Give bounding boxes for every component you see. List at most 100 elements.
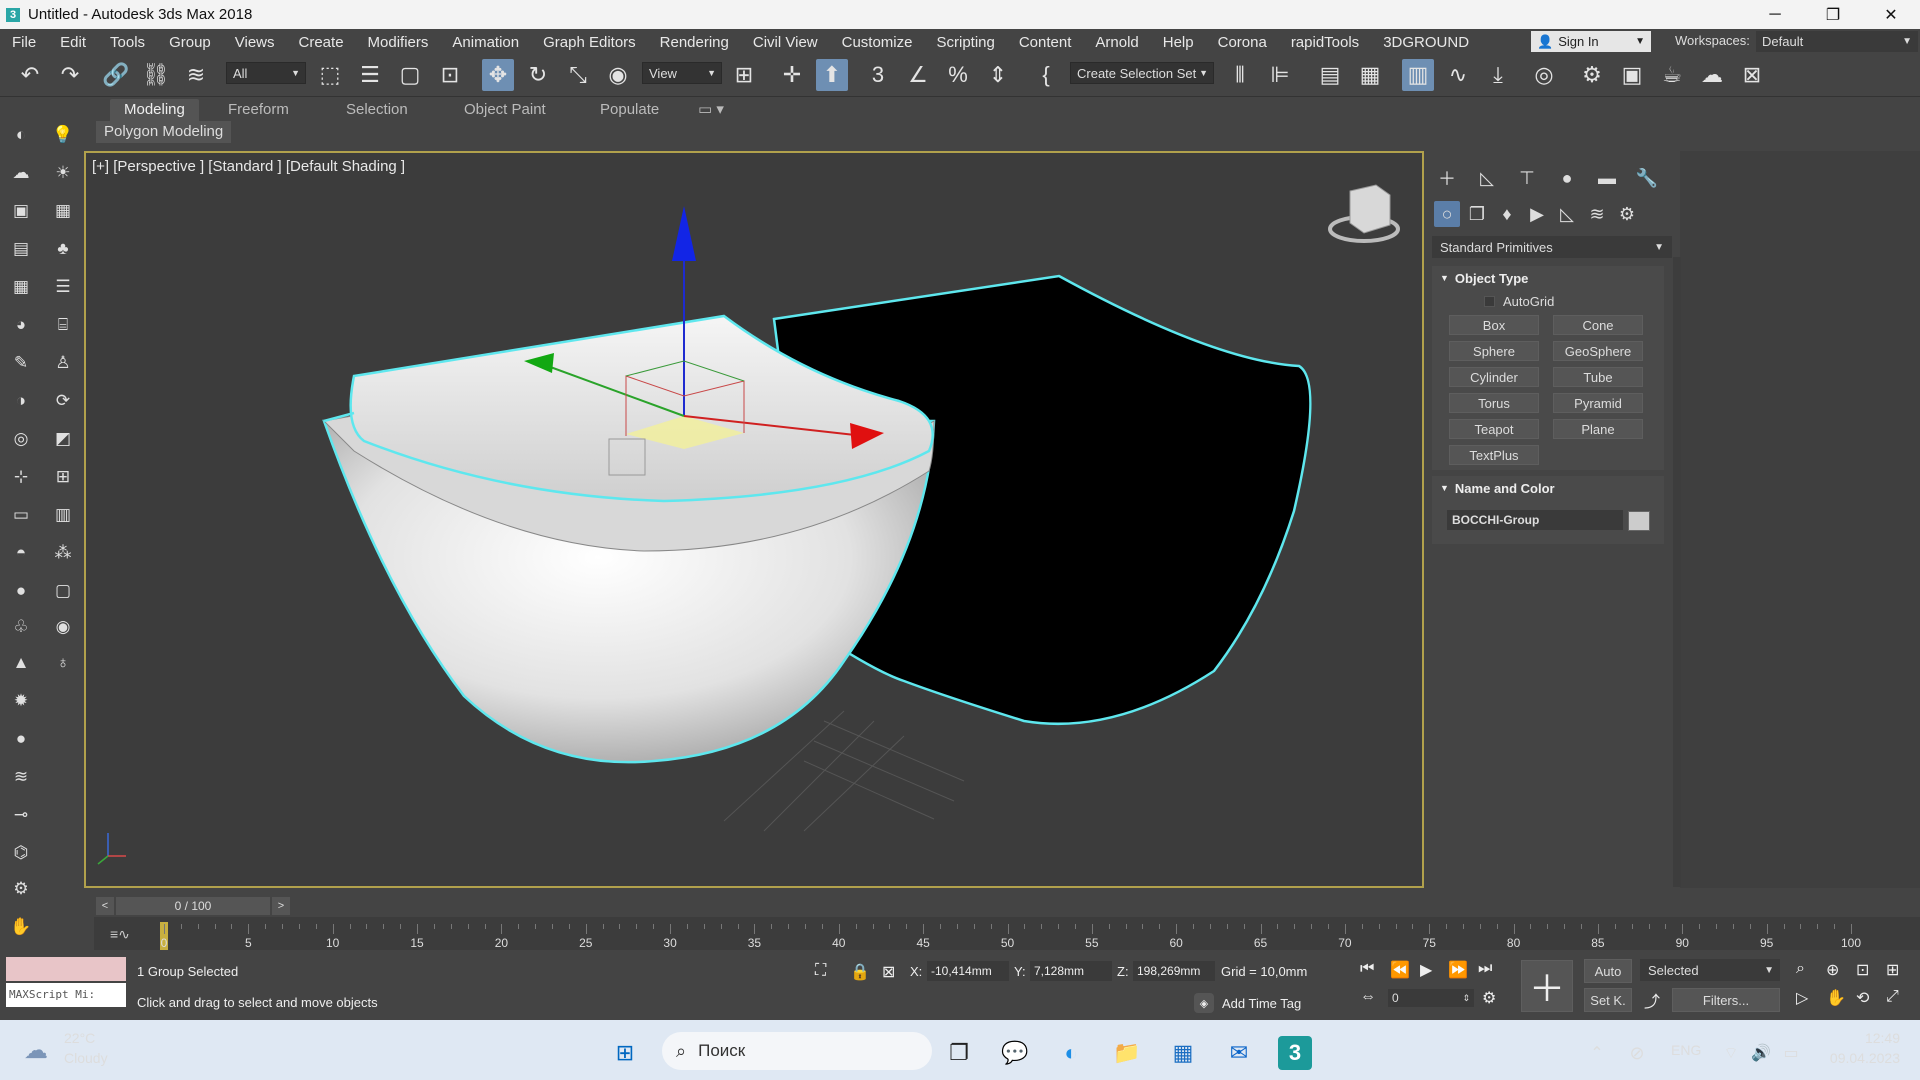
- command-panel-scrollbar[interactable]: [1673, 257, 1681, 887]
- document-icon[interactable]: ▤: [8, 236, 34, 262]
- go-to-start-icon[interactable]: ⏮: [1360, 960, 1374, 978]
- film-icon[interactable]: ▥: [50, 502, 76, 528]
- previous-key-icon[interactable]: ⏪: [1390, 960, 1410, 980]
- taskbar-search[interactable]: ⌕ Поиск: [662, 1032, 932, 1070]
- checkbox-icon[interactable]: [1484, 296, 1495, 307]
- start-icon[interactable]: ⊞: [608, 1036, 642, 1070]
- zoom-extents-icon[interactable]: ⊡: [1856, 960, 1869, 980]
- menu-scripting[interactable]: Scripting: [924, 34, 1006, 51]
- figure-icon[interactable]: ♙: [50, 350, 76, 376]
- percent-snap-icon[interactable]: %: [942, 59, 974, 91]
- maximize-viewport-icon[interactable]: ⤢: [1886, 988, 1899, 1006]
- edit-named-selection-icon[interactable]: {: [1030, 59, 1062, 91]
- textplus-button[interactable]: TextPlus: [1449, 445, 1539, 465]
- teapot-button[interactable]: Teapot: [1449, 419, 1539, 439]
- chat-icon[interactable]: 💬: [998, 1036, 1032, 1070]
- snaps-toggle-icon[interactable]: 3: [862, 59, 894, 91]
- set-keys-button[interactable]: ＋: [1521, 960, 1573, 1012]
- select-and-place-icon[interactable]: ◉: [602, 59, 634, 91]
- task-view-icon[interactable]: ❐: [942, 1036, 976, 1070]
- set-key-mode-button[interactable]: Set K.: [1584, 988, 1632, 1012]
- torus-button[interactable]: Torus: [1449, 393, 1539, 413]
- next-key-icon[interactable]: ⏩: [1448, 960, 1468, 980]
- modify-tab-icon[interactable]: ◺: [1474, 165, 1500, 191]
- x-coordinate-field[interactable]: -10,414mm: [927, 961, 1009, 981]
- pipe-icon[interactable]: ⊸: [8, 802, 34, 828]
- cloud-icon[interactable]: ☁: [24, 1036, 48, 1065]
- paint-icon[interactable]: ✎: [8, 350, 34, 376]
- curve-editor-icon[interactable]: ∿: [1442, 59, 1474, 91]
- motion-tab-icon[interactable]: ●: [1554, 165, 1580, 191]
- space-warps-icon[interactable]: ≋: [1584, 201, 1610, 227]
- viewcube[interactable]: [1328, 184, 1400, 243]
- select-and-move-icon[interactable]: ✥: [482, 59, 514, 91]
- workspaces-dropdown[interactable]: Default ▼: [1756, 31, 1918, 52]
- edge-icon[interactable]: ◐: [1054, 1036, 1088, 1070]
- window-crossing-icon[interactable]: ⊡: [434, 59, 466, 91]
- display-tab-icon[interactable]: ▬: [1594, 165, 1620, 191]
- ribbon-toggle-icon[interactable]: ▥: [1402, 59, 1434, 91]
- clock-date[interactable]: 09.04.2023: [1822, 1050, 1900, 1066]
- autogrid-checkbox[interactable]: AutoGrid: [1484, 294, 1554, 309]
- material-editor-icon[interactable]: ◎: [1528, 59, 1560, 91]
- grid-icon[interactable]: ⊞: [50, 464, 76, 490]
- object-type-header[interactable]: ▼ Object Type: [1432, 266, 1664, 290]
- sun-icon[interactable]: ☀: [50, 160, 76, 186]
- light-bulb-icon[interactable]: 💡: [50, 122, 76, 148]
- ribbon-options-icon[interactable]: ▭ ▾: [684, 99, 738, 121]
- menu-rapidtools[interactable]: rapidTools: [1279, 34, 1371, 51]
- list-icon[interactable]: ☰: [50, 274, 76, 300]
- menu-tools[interactable]: Tools: [98, 34, 157, 51]
- shapes-icon[interactable]: ❐: [1464, 201, 1490, 227]
- sun-light-icon[interactable]: ✹: [8, 688, 34, 714]
- palette-icon[interactable]: ◕: [8, 312, 34, 338]
- material-icon[interactable]: ◎: [8, 426, 34, 452]
- language-indicator[interactable]: ENG: [1671, 1042, 1701, 1058]
- camera-rig-icon[interactable]: ⌬: [8, 840, 34, 866]
- lock-icon[interactable]: 🔒: [850, 962, 870, 982]
- network-off-icon[interactable]: ⊘: [1620, 1036, 1654, 1070]
- file-explorer-icon[interactable]: 📁: [1110, 1036, 1144, 1070]
- menu-arnold[interactable]: Arnold: [1083, 34, 1150, 51]
- 3ds-max-taskbar-icon[interactable]: 3: [1278, 1036, 1312, 1070]
- menu-group[interactable]: Group: [157, 34, 223, 51]
- chevron-up-icon[interactable]: ⌃: [1580, 1036, 1614, 1070]
- spinner-snap-icon[interactable]: ⇕: [982, 59, 1014, 91]
- bulb-icon[interactable]: ♁: [50, 650, 76, 676]
- current-frame-field[interactable]: 0 ⇕: [1388, 989, 1474, 1007]
- scene-icon[interactable]: ▦: [50, 198, 76, 224]
- default-in-out-tangent-icon[interactable]: ⤴: [1644, 988, 1660, 1012]
- menu-civil-view[interactable]: Civil View: [741, 34, 830, 51]
- tube-button[interactable]: Tube: [1553, 367, 1643, 387]
- lights-icon[interactable]: ♦: [1494, 201, 1520, 227]
- bind-space-warp-icon[interactable]: ≋: [180, 59, 212, 91]
- select-and-rotate-icon[interactable]: ↻: [522, 59, 554, 91]
- sign-in-dropdown[interactable]: 👤 Sign In ▼: [1531, 31, 1651, 52]
- reference-coord-dropdown[interactable]: View ▼: [642, 62, 722, 84]
- select-object-icon[interactable]: ⬚: [314, 59, 346, 91]
- menu-create[interactable]: Create: [287, 34, 356, 51]
- angle-snap-icon[interactable]: ∠: [902, 59, 934, 91]
- particles-icon[interactable]: ⁂: [50, 540, 76, 566]
- menu-graph-editors[interactable]: Graph Editors: [531, 34, 648, 51]
- rotate-icon[interactable]: ⟳: [50, 388, 76, 414]
- geosphere-button[interactable]: GeoSphere: [1553, 341, 1643, 361]
- add-time-tag-button[interactable]: ◈ Add Time Tag: [1194, 992, 1314, 1014]
- battery-icon[interactable]: ▭: [1774, 1036, 1808, 1070]
- menu-animation[interactable]: Animation: [440, 34, 531, 51]
- viewport-label[interactable]: [+] [Perspective ] [Standard ] [Default …: [92, 158, 405, 175]
- named-selection-set-dropdown[interactable]: Create Selection Set ▼: [1070, 62, 1214, 84]
- key-filter-selection-dropdown[interactable]: Selected ▼: [1640, 959, 1780, 981]
- tool-icon-1[interactable]: ◐: [8, 122, 34, 148]
- eye-icon[interactable]: ◉: [50, 614, 76, 640]
- sphere-gold-icon[interactable]: ●: [8, 726, 34, 752]
- object-name-field[interactable]: BOCCHI-Group: [1447, 510, 1623, 530]
- systems-icon[interactable]: ⚙: [1614, 201, 1640, 227]
- render-iterative-icon[interactable]: ☁: [1696, 59, 1728, 91]
- layer-explorer-icon[interactable]: ▦: [1354, 59, 1386, 91]
- orbit-icon[interactable]: ⟲: [1856, 988, 1869, 1008]
- weather-temperature[interactable]: 22°C: [64, 1030, 95, 1046]
- menu-content[interactable]: Content: [1007, 34, 1084, 51]
- minimize-button[interactable]: ─: [1746, 0, 1804, 29]
- hand-icon[interactable]: ✋: [8, 914, 34, 940]
